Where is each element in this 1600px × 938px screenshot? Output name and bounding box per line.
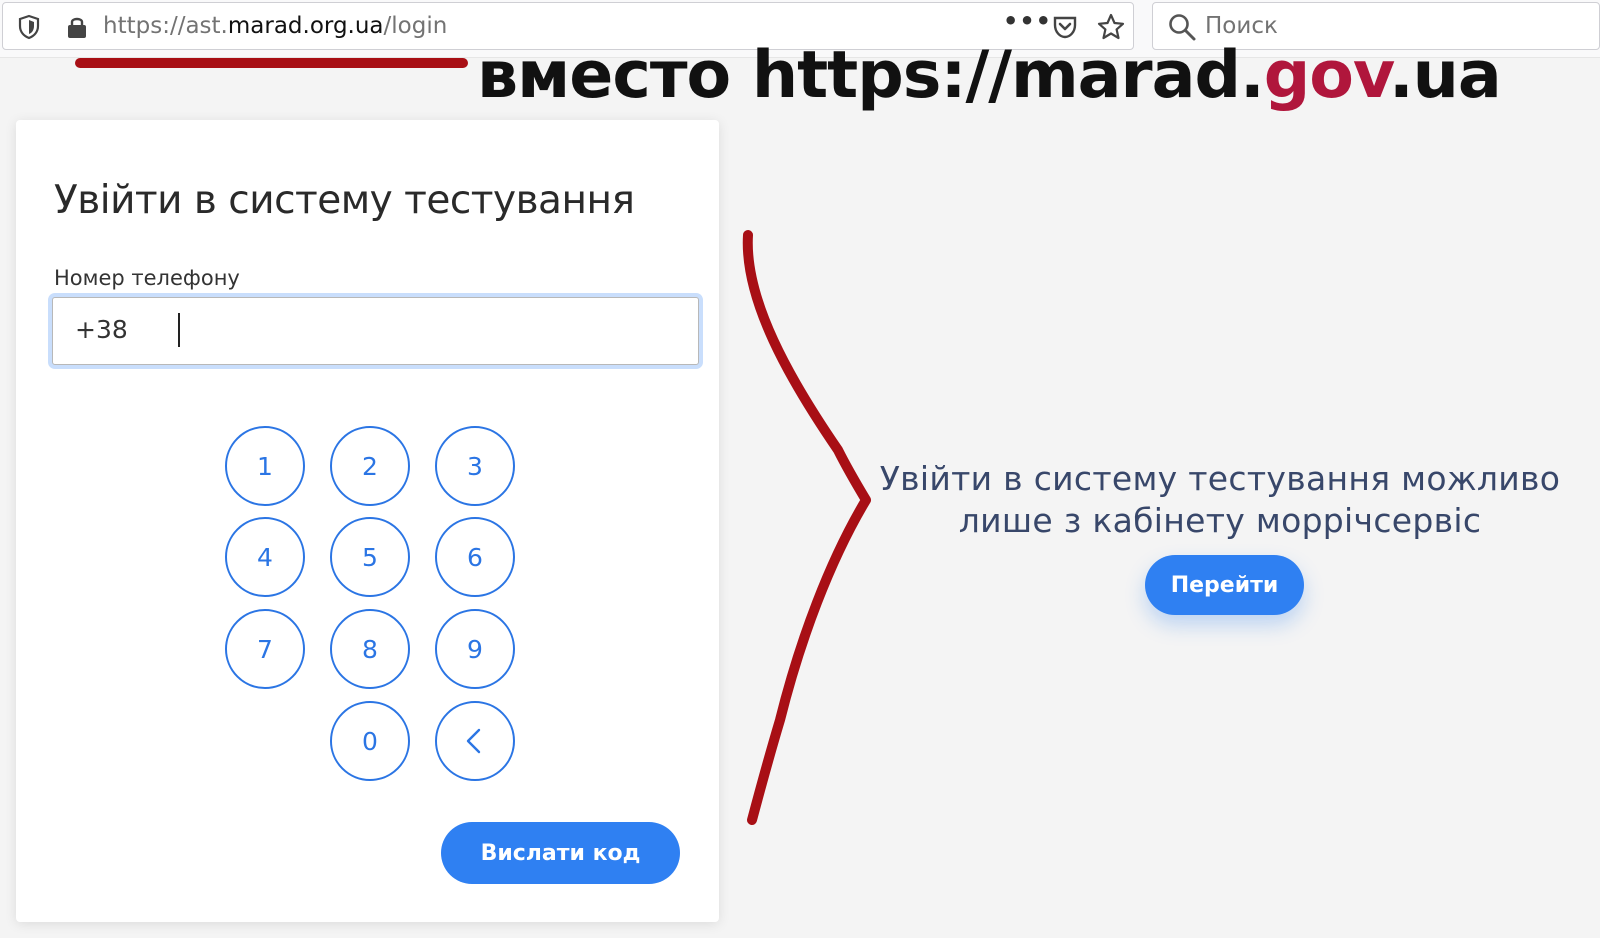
text-caret <box>178 313 180 347</box>
send-code-button[interactable]: Вислати код <box>441 822 680 884</box>
brace-mark <box>742 230 871 825</box>
url-path: /login <box>383 13 448 39</box>
pocket-icon[interactable] <box>1051 13 1079 41</box>
key-1[interactable]: 1 <box>225 426 305 506</box>
url-domain: marad.org.ua <box>227 13 384 39</box>
phone-input-value: +38 <box>75 315 128 344</box>
login-title: Увійти в систему тестування <box>54 178 635 223</box>
lock-icon[interactable] <box>65 14 89 40</box>
key-0[interactable]: 0 <box>330 701 410 781</box>
search-placeholder: Поиск <box>1205 13 1278 39</box>
key-8[interactable]: 8 <box>330 609 410 689</box>
page-actions-more-button[interactable]: ••• <box>1003 7 1052 35</box>
url-prefix: https://ast. <box>103 13 228 39</box>
key-4[interactable]: 4 <box>225 517 305 597</box>
phone-label: Номер телефону <box>54 266 240 290</box>
key-5[interactable]: 5 <box>330 517 410 597</box>
chevron-left-icon <box>466 728 481 754</box>
key-3[interactable]: 3 <box>435 426 515 506</box>
go-button[interactable]: Перейти <box>1145 555 1304 615</box>
key-2[interactable]: 2 <box>330 426 410 506</box>
backspace-button[interactable] <box>435 701 515 781</box>
bookmark-star-icon[interactable] <box>1097 13 1125 41</box>
key-9[interactable]: 9 <box>435 609 515 689</box>
annotation-text-before: вместо https://marad. <box>477 38 1265 113</box>
url-text[interactable]: https://ast.marad.org.ua/login <box>103 13 447 39</box>
key-7[interactable]: 7 <box>225 609 305 689</box>
shield-icon[interactable] <box>17 14 41 40</box>
annotation-text-after: .ua <box>1388 38 1502 113</box>
key-6[interactable]: 6 <box>435 517 515 597</box>
annotation-caption: вместо https://marad.gov.ua <box>477 38 1502 113</box>
phone-input[interactable]: +38 <box>52 297 699 365</box>
annotation-text-highlight: gov <box>1263 38 1390 113</box>
info-message: Увійти в систему тестування можливо лише… <box>879 459 1561 540</box>
login-card: Увійти в систему тестування Номер телефо… <box>16 120 719 922</box>
